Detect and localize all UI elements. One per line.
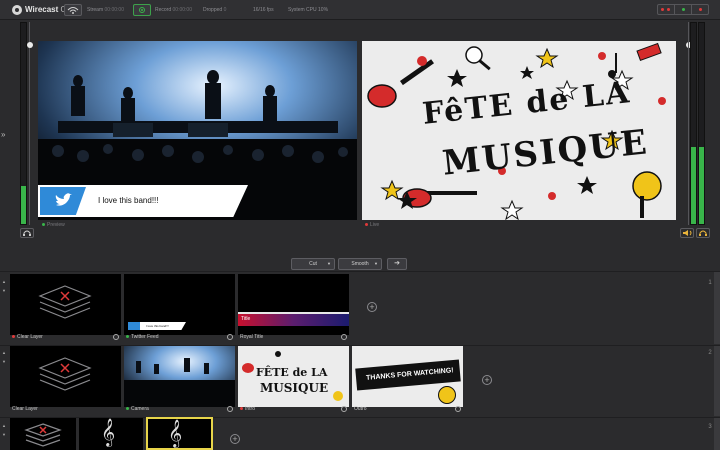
- layer-number-2: 2: [708, 350, 712, 356]
- shot-label: Twitter Feed: [126, 334, 159, 340]
- stream-time: 00:00:00: [104, 7, 124, 13]
- intro-thumbnail: FÊTE de LA MUSIQUE: [242, 351, 343, 401]
- cut-transition-select[interactable]: Cut ▼: [291, 258, 335, 270]
- gear-icon[interactable]: [113, 334, 119, 340]
- status-dot: [126, 407, 129, 411]
- collapse-sidebar-icon[interactable]: »: [1, 130, 5, 139]
- wifi-icon: [67, 7, 79, 14]
- record-dot-icon: [141, 9, 143, 11]
- add-shot-button-layer-2[interactable]: +: [482, 375, 492, 385]
- add-shot-button-layer-3[interactable]: +: [230, 434, 240, 444]
- preview-monitor[interactable]: I love this band!!!: [38, 41, 357, 220]
- volume-slider-track-left[interactable]: [29, 22, 30, 225]
- app-name: Wirecast: [25, 5, 59, 14]
- headphones-button-right[interactable]: [696, 228, 710, 238]
- layer-3-down-icon[interactable]: ▼: [2, 432, 6, 437]
- shot-label: Outro: [354, 406, 367, 412]
- wirecast-logo-icon: [12, 5, 22, 15]
- cpu-readout: System CPU 10%: [288, 7, 329, 13]
- gear-icon[interactable]: [341, 334, 347, 340]
- chevron-down-icon: ▼: [327, 261, 331, 266]
- fps-readout: 16/16 fps: [253, 7, 274, 13]
- twitter-bird-icon: [55, 193, 72, 206]
- shot-intro[interactable]: FÊTE de LA MUSIQUE: [238, 346, 349, 407]
- treble-clef-icon: 𝄞: [168, 419, 183, 447]
- layer-number-3: 3: [708, 424, 712, 430]
- status-dot: [12, 335, 15, 339]
- gear-icon[interactable]: [455, 406, 461, 412]
- status-dot: [240, 407, 243, 411]
- record-status: Record 00:00:00: [155, 7, 192, 13]
- live-monitor[interactable]: FêTE de LA MUSIQUE: [362, 41, 676, 220]
- shot-clear-layer-3[interactable]: [10, 418, 76, 450]
- chevron-down-icon: ▼: [374, 261, 378, 266]
- headphones-button-left[interactable]: [20, 228, 34, 238]
- audio-meter-right-a: [690, 22, 697, 225]
- clear-layer-icon: [38, 285, 92, 319]
- shot-royal-title[interactable]: Title: [238, 274, 349, 335]
- lower-third-text: I love this band!!!: [98, 196, 159, 205]
- layer-1-up-icon[interactable]: ▲: [2, 279, 6, 284]
- shot-camera[interactable]: [124, 346, 235, 407]
- layer-3-scrollbar[interactable]: [714, 418, 720, 450]
- treble-clef-icon: 𝄞: [101, 418, 116, 446]
- arrow-right-icon: ➔: [394, 260, 400, 267]
- shot-outro[interactable]: THANKS FOR WATCHING!: [352, 346, 463, 407]
- shot-label: Intro: [240, 406, 255, 412]
- record-button[interactable]: [133, 4, 151, 16]
- shot-clear-layer-1[interactable]: [10, 274, 121, 335]
- layer-3-up-icon[interactable]: ▲: [2, 423, 6, 428]
- layer-2-up-icon[interactable]: ▲: [2, 350, 6, 355]
- preview-label: Preview: [42, 222, 65, 228]
- add-shot-button-layer-1[interactable]: +: [367, 302, 377, 312]
- shot-label: Royal Title: [240, 334, 264, 340]
- top-bar: Wirecast One Stream 00:00:00 Record 00:0…: [0, 0, 720, 20]
- layout-toggle-2[interactable]: [675, 5, 692, 14]
- shot-label: Clear Layer: [12, 406, 38, 412]
- shot-twitter-feed[interactable]: I love this band!!!: [124, 274, 235, 335]
- layout-toggle-1[interactable]: [658, 5, 675, 14]
- layout-toggle-group: [657, 4, 709, 15]
- gear-icon[interactable]: [227, 334, 233, 340]
- smooth-transition-select[interactable]: Smooth ▼: [338, 258, 382, 270]
- gear-icon[interactable]: [227, 406, 233, 412]
- gear-icon[interactable]: [341, 406, 347, 412]
- svg-text:MUSIQUE: MUSIQUE: [260, 381, 328, 395]
- speaker-button[interactable]: [680, 228, 694, 238]
- volume-slider-track-right[interactable]: [688, 22, 689, 225]
- shot-label: Camera: [126, 406, 149, 412]
- headphones-icon: [699, 230, 707, 236]
- svg-text:FÊTE de LA: FÊTE de LA: [256, 365, 328, 379]
- go-button[interactable]: ➔: [387, 258, 407, 270]
- twitter-bird-icon: [128, 322, 140, 330]
- layer-2-down-icon[interactable]: ▼: [2, 359, 6, 364]
- shot-clear-layer-2[interactable]: [10, 346, 121, 407]
- stream-status: Stream 00:00:00: [87, 7, 124, 13]
- layout-toggle-3[interactable]: [692, 5, 709, 14]
- volume-slider-knob-left[interactable]: [27, 42, 33, 48]
- microphone-icon: [438, 386, 456, 404]
- clear-layer-icon: [38, 357, 92, 391]
- audio-meter-left: [20, 22, 27, 225]
- layer-1-scrollbar[interactable]: [714, 272, 720, 344]
- camera-thumbnail: [124, 346, 235, 407]
- layer-number-1: 1: [708, 280, 712, 286]
- clear-layer-icon: [24, 423, 62, 447]
- status-dot: [126, 335, 129, 339]
- shot-audio-2[interactable]: 𝄞: [146, 417, 213, 450]
- live-label: Live: [365, 222, 379, 228]
- shot-label: Clear Layer: [12, 334, 43, 340]
- record-time: 00:00:00: [172, 7, 192, 13]
- layer-2-scrollbar[interactable]: [714, 346, 720, 416]
- layer-1-down-icon[interactable]: ▼: [2, 288, 6, 293]
- headphones-icon: [23, 230, 31, 236]
- audio-meter-right-b: [698, 22, 705, 225]
- stream-button[interactable]: [64, 4, 82, 16]
- shot-audio-1[interactable]: 𝄞: [79, 418, 143, 450]
- dropped-value: 0: [223, 7, 227, 13]
- speaker-icon: [683, 230, 692, 236]
- dropped-status: Dropped 0: [203, 7, 227, 13]
